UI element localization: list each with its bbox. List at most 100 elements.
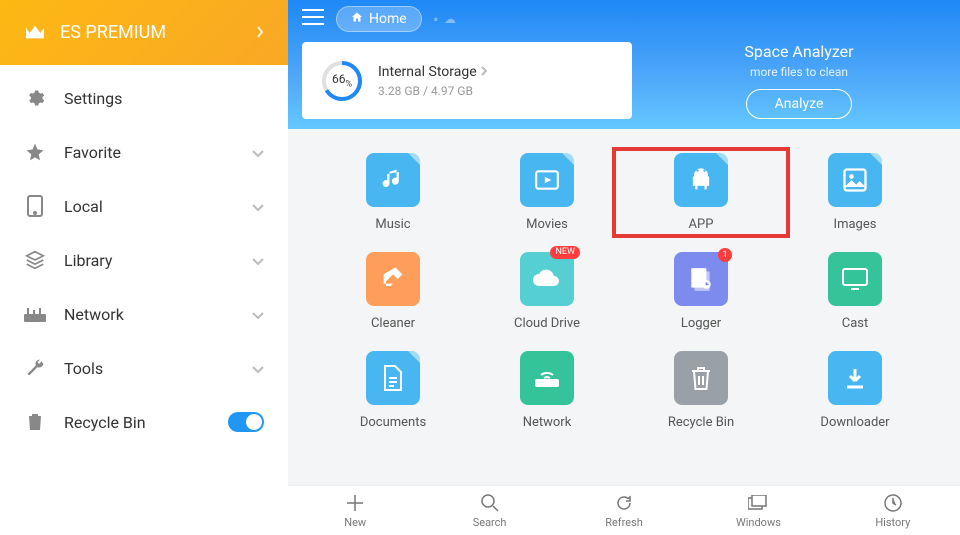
analyzer-subtitle: more files to clean bbox=[750, 65, 848, 79]
phone-icon bbox=[24, 195, 46, 217]
gear-icon bbox=[24, 87, 46, 109]
images-icon bbox=[828, 153, 882, 207]
premium-label: ES PREMIUM bbox=[60, 22, 242, 43]
plus-icon bbox=[346, 492, 364, 514]
sidebar-item-label: Network bbox=[64, 305, 234, 324]
movies-icon bbox=[520, 153, 574, 207]
main-area: Home ▪ ☁ 66% Internal Storage 3.28 GB / … bbox=[288, 0, 960, 535]
tile-images[interactable]: Images bbox=[798, 153, 912, 232]
topbar-mini-icons: ▪ ☁ bbox=[434, 12, 456, 26]
layers-icon bbox=[24, 249, 46, 271]
tile-label: Logger bbox=[681, 316, 721, 331]
downloader-icon bbox=[828, 351, 882, 405]
sidebar-item-recycle-bin[interactable]: Recycle Bin bbox=[0, 395, 288, 449]
chevron-down-icon bbox=[252, 359, 264, 378]
analyze-button[interactable]: Analyze bbox=[746, 89, 853, 119]
storage-name: Internal Storage bbox=[378, 64, 487, 80]
bottom-bar: New Search Refresh Windows History bbox=[288, 485, 960, 535]
tile-cleaner[interactable]: Cleaner bbox=[336, 252, 450, 331]
tile-downloader[interactable]: Downloader bbox=[798, 351, 912, 430]
bookmark-icon: ▪ bbox=[434, 12, 438, 26]
network-icon bbox=[520, 351, 574, 405]
breadcrumb-label: Home bbox=[369, 11, 407, 27]
storage-ring: 66% bbox=[320, 59, 364, 103]
cloud-drive-icon: NEW bbox=[520, 252, 574, 306]
storage-usage: 3.28 GB / 4.97 GB bbox=[378, 84, 487, 98]
tile-network[interactable]: Network bbox=[490, 351, 604, 430]
sidebar-item-label: Settings bbox=[64, 89, 264, 108]
new-badge: NEW bbox=[550, 246, 580, 259]
sidebar-item-label: Local bbox=[64, 197, 234, 216]
tile-app[interactable]: APP bbox=[614, 149, 788, 236]
music-icon bbox=[366, 153, 420, 207]
chevron-down-icon bbox=[252, 251, 264, 270]
windows-icon bbox=[748, 492, 768, 514]
tile-label: Network bbox=[523, 415, 572, 430]
sidebar-item-local[interactable]: Local bbox=[0, 179, 288, 233]
tile-label: Images bbox=[834, 217, 877, 232]
topbar: Home ▪ ☁ 66% Internal Storage 3.28 GB / … bbox=[288, 0, 960, 129]
crown-icon bbox=[24, 24, 46, 42]
sidebar-item-label: Library bbox=[64, 251, 234, 270]
recycle-bin-icon bbox=[674, 351, 728, 405]
sidebar-item-favorite[interactable]: Favorite bbox=[0, 125, 288, 179]
tile-logger[interactable]: 1 Logger bbox=[644, 252, 758, 331]
search-icon bbox=[481, 492, 499, 514]
sidebar-item-label: Tools bbox=[64, 359, 234, 378]
sidebar-item-settings[interactable]: Settings bbox=[0, 71, 288, 125]
bottom-search[interactable]: Search bbox=[422, 492, 556, 529]
breadcrumb-home[interactable]: Home bbox=[336, 6, 422, 32]
logger-icon: 1 bbox=[674, 252, 728, 306]
wrench-icon bbox=[24, 357, 46, 379]
chevron-down-icon bbox=[252, 143, 264, 162]
bottom-windows[interactable]: Windows bbox=[691, 492, 825, 529]
bottom-refresh[interactable]: Refresh bbox=[557, 492, 691, 529]
space-analyzer: Space Analyzer more files to clean Analy… bbox=[652, 42, 946, 119]
count-badge: 1 bbox=[718, 248, 732, 262]
bottom-history[interactable]: History bbox=[826, 492, 960, 529]
bottom-label: History bbox=[875, 516, 910, 529]
cleaner-icon bbox=[366, 252, 420, 306]
tile-cloud-drive[interactable]: NEWCloud Drive bbox=[490, 252, 604, 331]
tile-movies[interactable]: Movies bbox=[490, 153, 604, 232]
tile-music[interactable]: Music bbox=[336, 153, 450, 232]
sidebar-menu: Settings Favorite Local Library Network … bbox=[0, 65, 288, 535]
tile-label: Documents bbox=[360, 415, 426, 430]
tile-label: Downloader bbox=[820, 415, 889, 430]
sidebar-item-library[interactable]: Library bbox=[0, 233, 288, 287]
tile-label: Recycle Bin bbox=[668, 415, 734, 430]
cloud-icon: ☁ bbox=[444, 12, 456, 26]
tile-recycle-bin[interactable]: Recycle Bin bbox=[644, 351, 758, 430]
home-icon bbox=[351, 11, 363, 27]
menu-icon[interactable] bbox=[302, 9, 324, 29]
bottom-new[interactable]: New bbox=[288, 492, 422, 529]
tile-cast[interactable]: Cast bbox=[798, 252, 912, 331]
chevron-right-icon bbox=[481, 64, 487, 80]
sidebar: ES PREMIUM Settings Favorite Local Libra… bbox=[0, 0, 288, 535]
chevron-down-icon bbox=[252, 305, 264, 324]
analyzer-title: Space Analyzer bbox=[744, 42, 853, 61]
tile-label: Music bbox=[375, 217, 410, 232]
sidebar-item-tools[interactable]: Tools bbox=[0, 341, 288, 395]
clock-icon bbox=[884, 492, 902, 514]
sidebar-item-network[interactable]: Network bbox=[0, 287, 288, 341]
sidebar-item-label: Favorite bbox=[64, 143, 234, 162]
tile-label: APP bbox=[689, 217, 714, 232]
storage-card[interactable]: 66% Internal Storage 3.28 GB / 4.97 GB bbox=[302, 42, 632, 119]
star-icon bbox=[24, 141, 46, 163]
category-grid: Music Movies APP Images Cleaner NEWCloud Driv… bbox=[288, 129, 960, 485]
sidebar-item-label: Recycle Bin bbox=[64, 413, 210, 432]
tile-label: Movies bbox=[526, 217, 568, 232]
tile-documents[interactable]: Documents bbox=[336, 351, 450, 430]
cast-icon bbox=[828, 252, 882, 306]
recycle-toggle[interactable] bbox=[228, 412, 264, 432]
chevron-down-icon bbox=[252, 197, 264, 216]
chevron-right-icon bbox=[256, 23, 264, 42]
router-icon bbox=[24, 303, 46, 325]
bottom-label: Search bbox=[473, 516, 507, 529]
tile-label: Cleaner bbox=[371, 316, 415, 331]
bottom-label: Windows bbox=[736, 516, 781, 529]
premium-banner[interactable]: ES PREMIUM bbox=[0, 0, 288, 65]
bottom-label: Refresh bbox=[605, 516, 643, 529]
refresh-icon bbox=[615, 492, 633, 514]
